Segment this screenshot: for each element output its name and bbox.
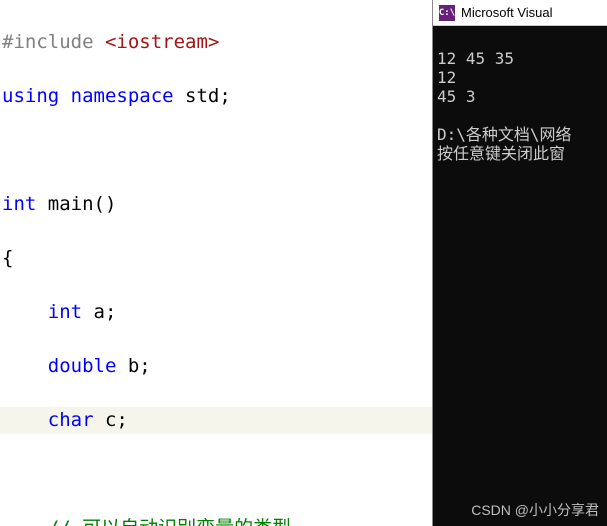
type-keyword: double — [48, 355, 117, 377]
identifier: std; — [174, 85, 231, 107]
console-titlebar[interactable]: C:\ Microsoft Visual — [433, 0, 607, 26]
console-line: 12 — [437, 68, 456, 87]
identifier: main() — [36, 193, 116, 215]
console-line: 按任意键关闭此窗 — [437, 144, 565, 163]
code-line[interactable]: { — [0, 245, 432, 272]
keyword: using — [2, 85, 59, 107]
console-blank — [437, 106, 603, 125]
code-line[interactable]: // 可以自动识别变量的类型 — [0, 515, 432, 526]
type-keyword: int — [48, 301, 82, 323]
code-line[interactable]: #include <iostream> — [0, 29, 432, 56]
console-icon: C:\ — [439, 5, 455, 21]
code-editor[interactable]: #include <iostream> using namespace std;… — [0, 0, 432, 526]
preprocessor: #include — [2, 31, 105, 53]
keyword: namespace — [71, 85, 174, 107]
console-line: D:\各种文档\网络 — [437, 125, 572, 144]
type-keyword: int — [2, 193, 36, 215]
brace: { — [2, 247, 13, 269]
code-line[interactable] — [0, 461, 432, 488]
code-line[interactable]: double b; — [0, 353, 432, 380]
console-output[interactable]: 12 45 35 12 45 3 D:\各种文档\网络 按任意键关闭此窗 — [433, 26, 607, 526]
code-line[interactable]: int a; — [0, 299, 432, 326]
code-line[interactable]: using namespace std; — [0, 83, 432, 110]
console-line: 45 3 — [437, 87, 476, 106]
console-line: 12 45 35 — [437, 49, 514, 68]
code-line[interactable] — [0, 137, 432, 164]
code-line-current[interactable]: char c; — [0, 407, 432, 434]
include-path: <iostream> — [105, 31, 219, 53]
comment: // 可以自动识别变量的类型 — [48, 517, 291, 526]
console-title: Microsoft Visual — [461, 5, 553, 20]
code-line[interactable]: int main() — [0, 191, 432, 218]
type-keyword: char — [48, 409, 94, 431]
console-panel: C:\ Microsoft Visual 12 45 35 12 45 3 D:… — [432, 0, 607, 526]
